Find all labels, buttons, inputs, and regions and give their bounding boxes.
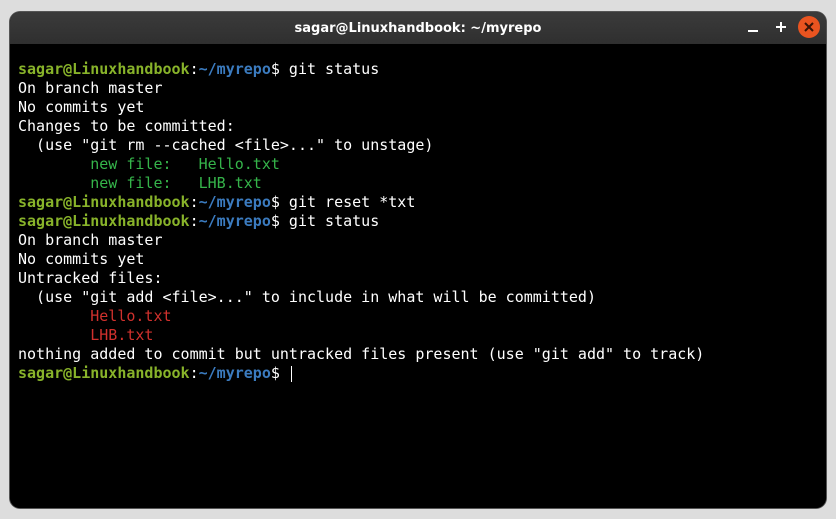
close-button[interactable]: [798, 16, 820, 38]
prompt-line: sagar@Linuxhandbook:~/myrepo$ git reset …: [18, 193, 818, 212]
maximize-button[interactable]: [770, 16, 792, 38]
prompt-sep: :: [190, 193, 199, 211]
terminal-window: sagar@Linuxhandbook: ~/myrepo sagar@Linu…: [10, 12, 826, 508]
output-line: Untracked files:: [18, 269, 818, 288]
untracked-file-line: Hello.txt: [18, 307, 818, 326]
output-line: Changes to be committed:: [18, 117, 818, 136]
prompt-user: sagar@Linuxhandbook: [18, 193, 190, 211]
prompt-user: sagar@Linuxhandbook: [18, 364, 190, 382]
command-text: [280, 364, 289, 382]
prompt-line: sagar@Linuxhandbook:~/myrepo$: [18, 364, 818, 383]
prompt-path: ~/myrepo: [199, 193, 271, 211]
prompt-sep: :: [190, 212, 199, 230]
staged-file-line: new file: Hello.txt: [18, 155, 818, 174]
prompt-path: ~/myrepo: [199, 60, 271, 78]
output-line: (use "git rm --cached <file>..." to unst…: [18, 136, 818, 155]
command-text: git status: [280, 60, 379, 78]
output-line: No commits yet: [18, 98, 818, 117]
prompt-symbol: $: [271, 60, 280, 78]
prompt-line: sagar@Linuxhandbook:~/myrepo$ git status: [18, 60, 818, 79]
terminal-body[interactable]: sagar@Linuxhandbook:~/myrepo$ git status…: [10, 44, 826, 508]
cursor: [291, 366, 292, 382]
command-text: git reset *txt: [280, 193, 415, 211]
prompt-user: sagar@Linuxhandbook: [18, 60, 190, 78]
prompt-symbol: $: [271, 193, 280, 211]
prompt-user: sagar@Linuxhandbook: [18, 212, 190, 230]
prompt-line: sagar@Linuxhandbook:~/myrepo$ git status: [18, 212, 818, 231]
minimize-icon: [747, 21, 759, 33]
prompt-symbol: $: [271, 212, 280, 230]
output-line: On branch master: [18, 231, 818, 250]
prompt-symbol: $: [271, 364, 280, 382]
output-line: On branch master: [18, 79, 818, 98]
window-controls: [742, 16, 820, 38]
output-line: No commits yet: [18, 250, 818, 269]
window-title: sagar@Linuxhandbook: ~/myrepo: [295, 21, 542, 36]
untracked-file-line: LHB.txt: [18, 326, 818, 345]
close-icon: [803, 21, 815, 33]
prompt-sep: :: [190, 60, 199, 78]
titlebar[interactable]: sagar@Linuxhandbook: ~/myrepo: [10, 12, 826, 44]
staged-file-line: new file: LHB.txt: [18, 174, 818, 193]
minimize-button[interactable]: [742, 16, 764, 38]
prompt-path: ~/myrepo: [199, 212, 271, 230]
prompt-path: ~/myrepo: [199, 364, 271, 382]
prompt-sep: :: [190, 364, 199, 382]
maximize-icon: [775, 21, 787, 33]
output-line: (use "git add <file>..." to include in w…: [18, 288, 818, 307]
output-line: nothing added to commit but untracked fi…: [18, 345, 818, 364]
command-text: git status: [280, 212, 379, 230]
